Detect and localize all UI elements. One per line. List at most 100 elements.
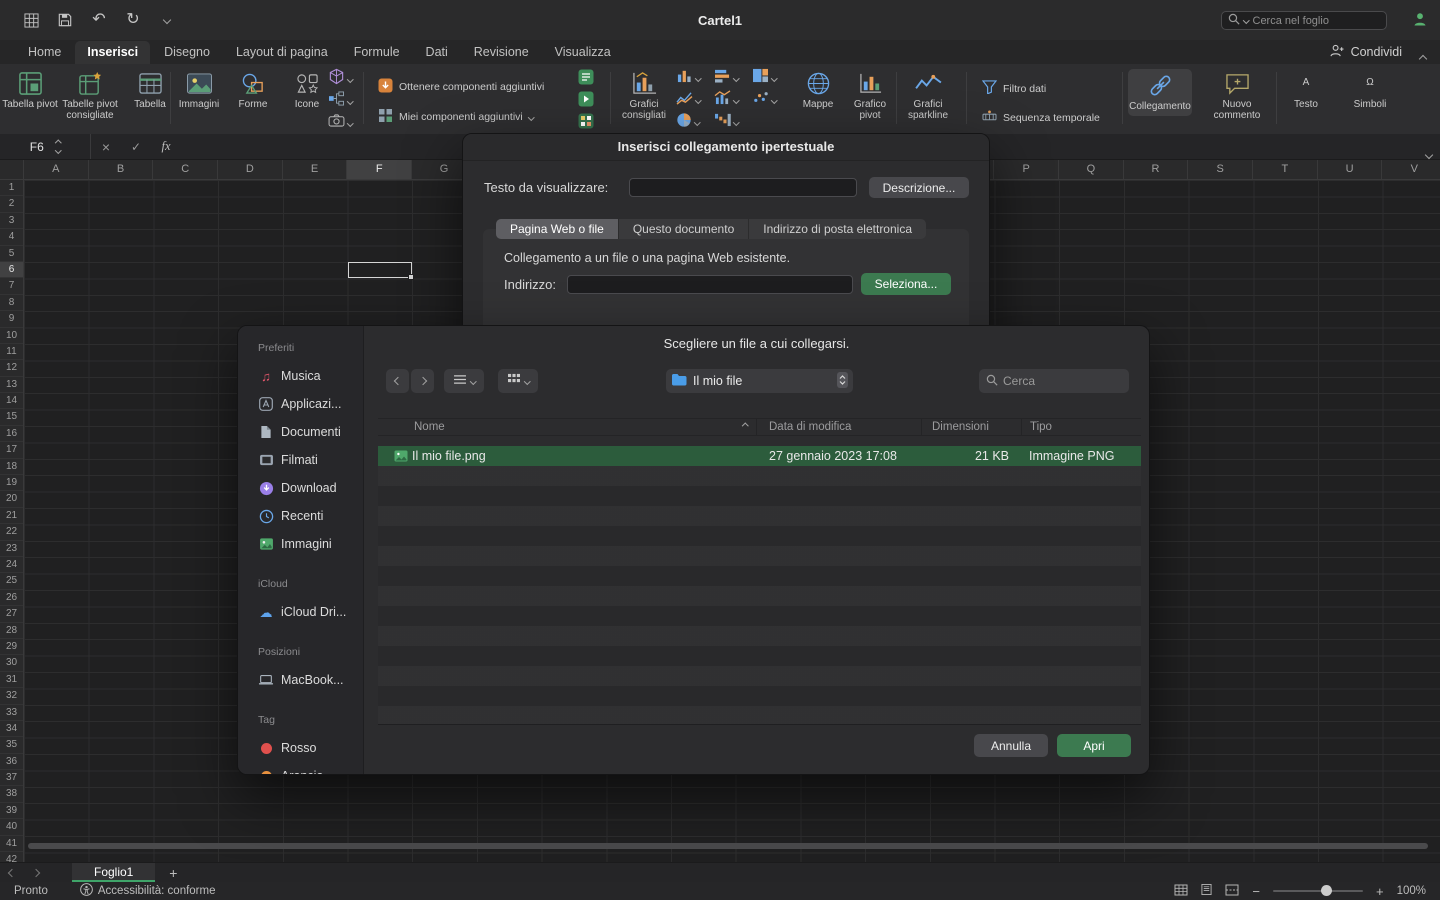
forward-button[interactable] [411,369,434,393]
row-header-26[interactable]: 26 [0,590,23,606]
bar-chart-icon-button[interactable] [714,68,750,88]
column-header[interactable]: A [24,160,89,179]
zoom-level[interactable]: 100% [1397,885,1426,897]
row-header-7[interactable]: 7 [0,278,23,294]
symbols-button[interactable]: Ω Simboli [1344,69,1396,110]
pivot-chart-button[interactable]: Grafico pivot [844,69,896,121]
sidebar-item-rosso[interactable]: Rosso [238,734,363,762]
customize-toolbar-chevron-icon[interactable] [150,17,184,23]
confirm-entry-icon[interactable]: ✓ [121,141,151,153]
row-header-25[interactable]: 25 [0,573,23,589]
normal-view-icon[interactable] [1174,884,1188,899]
sidebar-item-applicazi[interactable]: Applicazi... [238,390,363,418]
back-button[interactable] [386,369,409,393]
undo-icon[interactable]: ↶ [82,12,116,28]
row-header-13[interactable]: 13 [0,377,23,393]
column-header[interactable]: R [1124,160,1189,179]
select-all-corner[interactable] [0,160,24,180]
recommended-charts-button[interactable]: Grafici consigliati [616,69,672,121]
row-header-40[interactable]: 40 [0,819,23,835]
row-header-31[interactable]: 31 [0,672,23,688]
sidebar-item-recenti[interactable]: Recenti [238,502,363,530]
column-header[interactable]: E [283,160,348,179]
new-comment-button[interactable]: Nuovo commento [1206,69,1268,121]
file-list[interactable]: Il mio file.png 27 gennaio 2023 17:08 21… [378,446,1141,725]
addin-doc-icon-button[interactable] [578,70,594,88]
save-icon[interactable] [48,13,82,27]
column-header[interactable]: V [1382,160,1440,179]
combo-chart-icon-button[interactable] [714,90,750,110]
row-header-12[interactable]: 12 [0,360,23,376]
column-header-dimensioni[interactable]: Dimensioni [921,419,1021,435]
row-header-14[interactable]: 14 [0,393,23,409]
zoom-slider[interactable] [1273,890,1363,892]
next-sheet-icon[interactable] [24,870,48,876]
column-header[interactable]: U [1318,160,1383,179]
icon-view-dropdown[interactable] [498,369,538,393]
sidebar-item-musica[interactable]: ♫Musica [238,362,363,390]
app-grid-icon[interactable] [14,13,48,28]
cancel-button[interactable]: Annulla [974,734,1048,757]
accessibility-status[interactable]: Accessibilità: conforme [80,883,216,899]
row-header-11[interactable]: 11 [0,344,23,360]
row-header-24[interactable]: 24 [0,557,23,573]
row-header-42[interactable]: 42 [0,852,23,862]
column-header[interactable]: D [218,160,283,179]
previous-sheet-icon[interactable] [0,870,24,876]
row-header-35[interactable]: 35 [0,737,23,753]
row-header-5[interactable]: 5 [0,246,23,262]
sheet-tab-foglio1[interactable]: Foglio1 [72,863,155,882]
name-box-stepper-icon[interactable] [56,141,61,152]
column-header[interactable]: C [153,160,218,179]
column-header[interactable]: B [89,160,154,179]
text-button[interactable]: A Testo [1284,69,1328,110]
description-button[interactable]: Descrizione... [869,177,969,198]
row-header-17[interactable]: 17 [0,442,23,458]
layout-di-pagina-tab[interactable]: Layout di pagina [224,41,340,64]
row-header-19[interactable]: 19 [0,475,23,491]
insert-function-icon[interactable]: fx [151,140,181,153]
revisione-tab[interactable]: Revisione [462,41,541,64]
pagina-web-o-file-tab[interactable]: Pagina Web o file [496,219,619,239]
select-file-button[interactable]: Seleziona... [861,273,951,295]
row-header-39[interactable]: 39 [0,803,23,819]
disegno-tab[interactable]: Disegno [152,41,222,64]
horizontal-scrollbar[interactable] [28,843,1428,849]
zoom-slider-thumb[interactable] [1321,885,1332,896]
selected-cell[interactable] [348,262,413,278]
addin-play-icon-button[interactable] [578,92,594,110]
sidebar-item-macbook[interactable]: MacBook... [238,666,363,694]
sidebar-item-arancio[interactable]: Arancio [238,762,363,774]
redo-icon[interactable]: ↻ [116,12,150,28]
row-header-2[interactable]: 2 [0,196,23,212]
row-header-41[interactable]: 41 [0,836,23,852]
row-header-27[interactable]: 27 [0,606,23,622]
line-chart-icon-button[interactable] [676,90,712,110]
forme-button[interactable]: Forme [228,69,278,110]
account-avatar[interactable] [1412,11,1428,32]
column-header-tipo[interactable]: Tipo [1021,419,1141,435]
sidebar-item-icloud-dri[interactable]: ☁iCloud Dri... [238,598,363,626]
row-header-30[interactable]: 30 [0,655,23,671]
immagini-button[interactable]: Immagini [174,69,224,110]
row-header-37[interactable]: 37 [0,770,23,786]
addin-grid-icon-button[interactable] [578,114,594,132]
column-header-data-di-modifica[interactable]: Data di modifica [756,419,921,435]
list-view-dropdown[interactable] [444,369,484,393]
icone-button[interactable]: Icone [282,69,332,110]
hyperlink-button[interactable]: Collegamento [1128,69,1192,116]
row-header-32[interactable]: 32 [0,688,23,704]
models-3d-icon-button[interactable] [328,70,353,88]
column-header[interactable]: Q [1059,160,1124,179]
page-break-view-icon[interactable] [1225,884,1239,899]
row-header-3[interactable]: 3 [0,213,23,229]
row-header-1[interactable]: 1 [0,180,23,196]
share-button[interactable]: Condividi [1329,44,1402,60]
sidebar-item-immagini[interactable]: Immagini [238,530,363,558]
sparkline-button[interactable]: Grafici sparkline [900,69,956,121]
open-button[interactable]: Apri [1057,734,1131,757]
fill-handle[interactable] [408,274,415,281]
hierarchy-chart-icon-button[interactable] [752,68,788,88]
tabelle-pivot-consigliate-button[interactable]: Tabelle pivot consigliate [62,69,118,121]
row-header-4[interactable]: 4 [0,229,23,245]
